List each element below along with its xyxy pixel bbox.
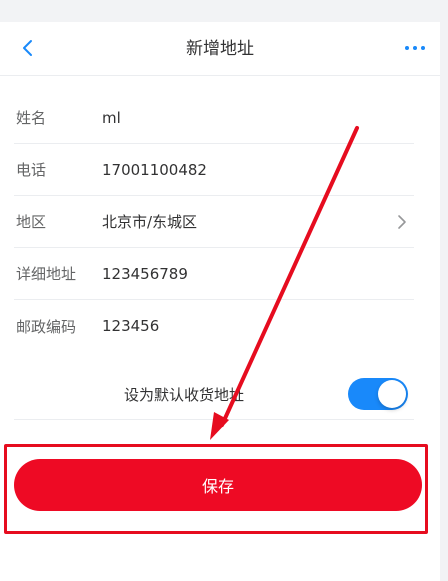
address-edit-card: 新增地址 姓名 电话 地区 北京市/东城区 xyxy=(0,22,440,581)
default-address-switch[interactable] xyxy=(348,378,408,410)
address-detail-input[interactable] xyxy=(102,258,414,289)
postal-code-input[interactable] xyxy=(102,311,414,341)
save-button[interactable]: 保存 xyxy=(14,459,422,511)
address-detail-row: 详细地址 xyxy=(14,248,414,300)
more-button[interactable] xyxy=(402,35,428,61)
region-value[interactable]: 北京市/东城区 xyxy=(102,207,414,237)
phone-row: 电话 xyxy=(14,144,414,196)
switch-knob xyxy=(378,380,406,408)
chevron-right-icon xyxy=(390,210,414,234)
address-form: 姓名 电话 地区 北京市/东城区 详细地址 邮政编码 xyxy=(14,92,414,352)
more-dots-icon xyxy=(405,46,425,50)
default-address-label: 设为默认收货地址 xyxy=(124,386,245,404)
name-label: 姓名 xyxy=(16,109,47,127)
address-detail-label: 详细地址 xyxy=(16,265,77,283)
name-input[interactable] xyxy=(102,102,414,133)
region-row[interactable]: 地区 北京市/东城区 xyxy=(14,196,414,248)
postal-code-row: 邮政编码 xyxy=(14,300,414,352)
nav-bar: 新增地址 xyxy=(0,22,440,76)
default-address-row: 设为默认收货地址 xyxy=(14,370,414,420)
name-row: 姓名 xyxy=(14,92,414,144)
page-title: 新增地址 xyxy=(186,39,254,59)
region-label: 地区 xyxy=(16,213,47,231)
postal-code-label: 邮政编码 xyxy=(16,317,77,336)
phone-label: 电话 xyxy=(16,161,47,179)
phone-input[interactable] xyxy=(102,154,414,185)
